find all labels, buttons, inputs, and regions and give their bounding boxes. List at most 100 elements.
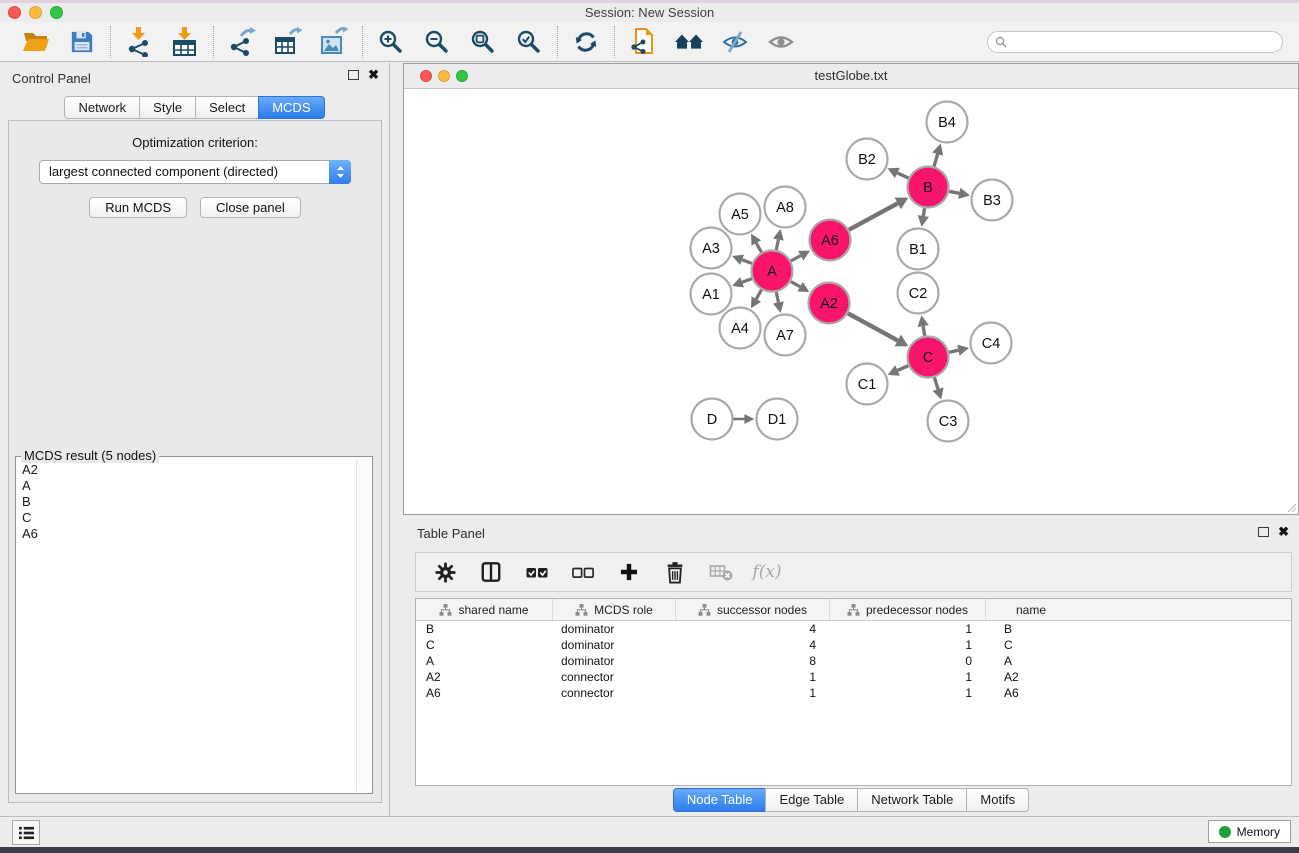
apply-layout-button[interactable]: [571, 27, 601, 57]
task-history-button[interactable]: [12, 820, 40, 845]
minimize-network-window-button[interactable]: [438, 70, 450, 82]
split-view-button[interactable]: [478, 559, 504, 585]
criterion-dropdown[interactable]: largest connected component (directed): [39, 160, 351, 184]
graph-edge-A-A3[interactable]: [742, 260, 752, 264]
memory-button[interactable]: Memory: [1208, 820, 1291, 843]
column-header-successor-nodes[interactable]: successor nodes: [676, 599, 830, 620]
export-table-button[interactable]: [273, 27, 303, 57]
main-titlebar[interactable]: Session: New Session: [0, 3, 1299, 22]
mcds-result-item[interactable]: B: [22, 494, 351, 510]
graph-edge-B-B3[interactable]: [949, 191, 959, 193]
column-header-shared-name[interactable]: shared name: [416, 599, 553, 620]
add-column-button[interactable]: [616, 559, 642, 585]
column-header-mcds-role[interactable]: MCDS role: [553, 599, 676, 620]
graph-edge-C-C3[interactable]: [934, 378, 938, 390]
graph-edge-A-A8[interactable]: [776, 240, 778, 250]
import-network-button[interactable]: [124, 27, 154, 57]
graph-edge-A-A6[interactable]: [791, 256, 801, 261]
graph-edge-A2-C[interactable]: [848, 313, 898, 340]
table-tab-network-table[interactable]: Network Table: [857, 788, 967, 812]
graph-edge-B-B1[interactable]: [923, 208, 924, 216]
control-tab-mcds[interactable]: MCDS: [258, 96, 324, 119]
table-tab-edge-table[interactable]: Edge Table: [765, 788, 858, 812]
delete-column-button[interactable]: [662, 559, 688, 585]
table-cell: 0: [830, 654, 986, 668]
hide-panels-button[interactable]: [720, 27, 750, 57]
float-panel-icon[interactable]: [348, 70, 359, 80]
table-row[interactable]: Bdominator41B: [416, 621, 1291, 637]
import-table-button[interactable]: [170, 27, 200, 57]
zoom-fit-button[interactable]: [468, 27, 498, 57]
mcds-result-list[interactable]: A2ABCA6: [18, 460, 355, 791]
close-network-window-button[interactable]: [420, 70, 432, 82]
network-canvas[interactable]: B4B2BB3A8A5A6A3B1AA1C2A2A4A7C4CC1DD1C3: [404, 89, 1298, 514]
delete-table-button[interactable]: [708, 559, 734, 585]
zoom-out-button[interactable]: [422, 27, 452, 57]
graph-edge-A-A7[interactable]: [776, 292, 778, 302]
graph-edge-A-A4[interactable]: [756, 290, 761, 299]
save-session-button[interactable]: [67, 27, 97, 57]
select-all-button[interactable]: [524, 559, 550, 585]
graph-node-label: B1: [909, 242, 927, 258]
graph-edge-B-B4[interactable]: [934, 154, 938, 166]
graph-edge-A6-B[interactable]: [849, 203, 898, 229]
network-window-titlebar[interactable]: testGlobe.txt: [404, 64, 1298, 89]
table-row[interactable]: Cdominator41C: [416, 637, 1291, 653]
search-field[interactable]: [987, 31, 1283, 53]
mcds-result-item[interactable]: A2: [22, 462, 351, 478]
mcds-result-item[interactable]: A6: [22, 526, 351, 542]
zoom-network-window-button[interactable]: [456, 70, 468, 82]
run-mcds-button[interactable]: Run MCDS: [89, 197, 187, 218]
export-network-icon: [228, 27, 256, 57]
minimize-window-button[interactable]: [29, 6, 42, 19]
export-network-button[interactable]: [227, 27, 257, 57]
table-row[interactable]: Adominator80A: [416, 653, 1291, 669]
table-cell: 4: [676, 638, 830, 652]
close-panel-icon[interactable]: ✖: [368, 69, 379, 81]
graph-edge-C-C4[interactable]: [949, 350, 958, 352]
resize-grip-icon[interactable]: [1285, 501, 1297, 513]
graph-edge-C-C2[interactable]: [923, 326, 925, 336]
show-panels-button[interactable]: [766, 27, 796, 57]
close-panel-button[interactable]: Close panel: [200, 197, 301, 218]
zoom-in-button[interactable]: [376, 27, 406, 57]
table-tab-motifs[interactable]: Motifs: [966, 788, 1029, 812]
export-image-button[interactable]: [319, 27, 349, 57]
graph-edge-arrowhead: [744, 414, 754, 424]
table-row[interactable]: A2connector11A2: [416, 669, 1291, 685]
zoom-selected-button[interactable]: [514, 27, 544, 57]
mcds-result-item[interactable]: C: [22, 510, 351, 526]
network-from-file-button[interactable]: [628, 27, 658, 57]
graph-edge-A-A2[interactable]: [791, 282, 800, 287]
control-tab-style[interactable]: Style: [139, 96, 196, 119]
close-window-button[interactable]: [8, 6, 21, 19]
function-builder-button[interactable]: f(x): [754, 559, 780, 585]
graph-edge-arrowhead: [773, 229, 784, 241]
result-scrollbar[interactable]: [356, 459, 370, 791]
graph-edge-A-A5[interactable]: [756, 243, 761, 252]
deselect-all-button[interactable]: [570, 559, 596, 585]
column-header-name[interactable]: name: [986, 599, 1076, 620]
zoom-window-button[interactable]: [50, 6, 63, 19]
graph-edge-B-B2[interactable]: [897, 173, 908, 178]
control-tab-select[interactable]: Select: [195, 96, 259, 119]
close-table-panel-icon[interactable]: ✖: [1278, 526, 1289, 538]
graph-edge-arrowhead: [957, 345, 969, 356]
open-file-button[interactable]: [21, 27, 51, 57]
table-settings-button[interactable]: [432, 559, 458, 585]
export-image-icon: [320, 27, 348, 57]
table-tab-node-table[interactable]: Node Table: [673, 788, 767, 812]
search-input[interactable]: [1012, 34, 1275, 50]
float-table-panel-icon[interactable]: [1258, 527, 1269, 537]
control-tab-network[interactable]: Network: [64, 96, 140, 119]
table-cell: A6: [416, 686, 553, 700]
table-row[interactable]: A6connector11A6: [416, 685, 1291, 701]
graph-node-label: A1: [702, 287, 720, 303]
network-graph[interactable]: B4B2BB3A8A5A6A3B1AA1C2A2A4A7C4CC1DD1C3: [404, 89, 1298, 514]
graph-edge-A-A1[interactable]: [742, 279, 752, 283]
home-button[interactable]: [674, 27, 704, 57]
control-panel-title: Control Panel: [12, 71, 91, 86]
column-header-predecessor-nodes[interactable]: predecessor nodes: [830, 599, 986, 620]
graph-edge-C-C1[interactable]: [898, 366, 909, 371]
mcds-result-item[interactable]: A: [22, 478, 351, 494]
